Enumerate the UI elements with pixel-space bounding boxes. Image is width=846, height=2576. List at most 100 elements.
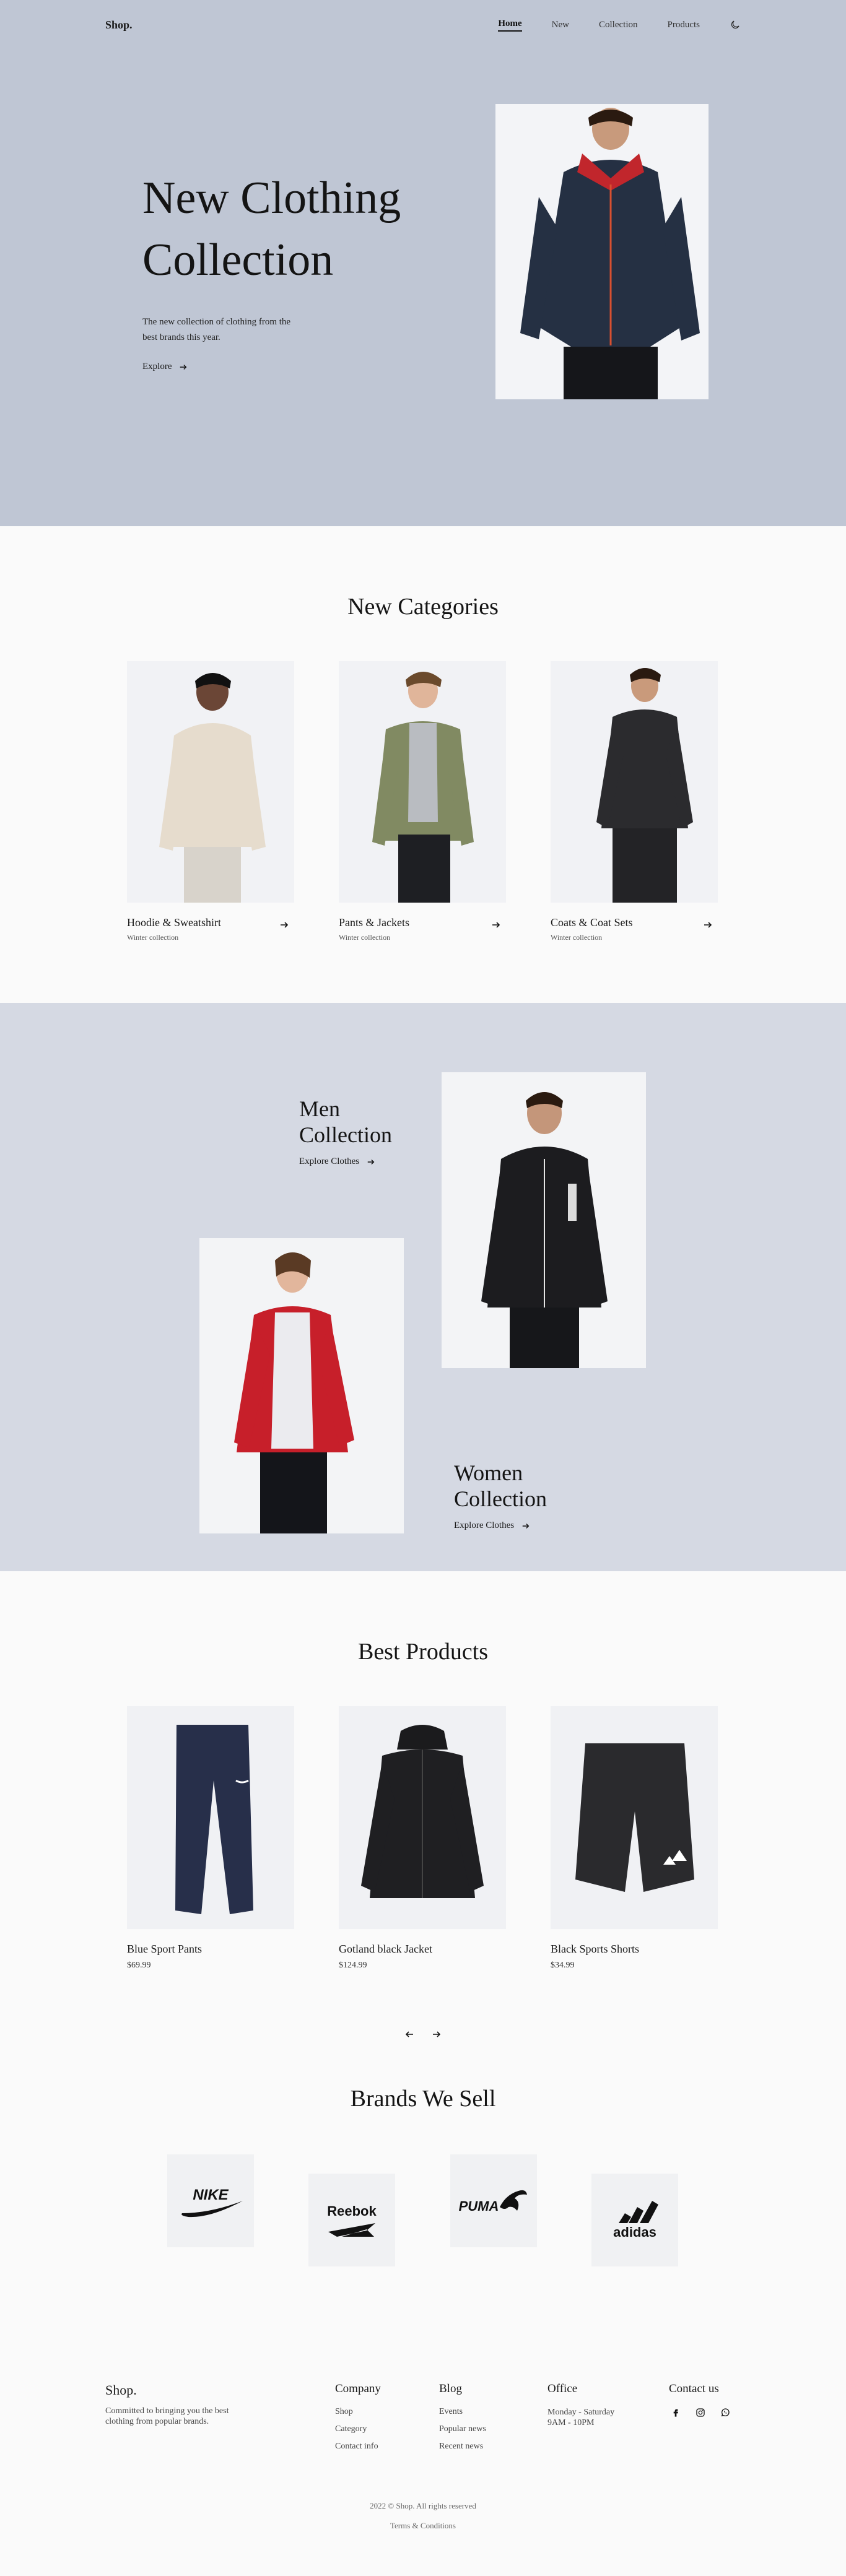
brand-logo-reebok[interactable]: Reebok xyxy=(308,2174,395,2266)
footer-link-contact-info[interactable]: Contact info xyxy=(335,2442,381,2452)
footer-link-recent-news[interactable]: Recent news xyxy=(439,2442,486,2452)
categories-title: New Categories xyxy=(347,594,499,620)
hero-title-line-2: Collection xyxy=(142,235,334,285)
nav-home[interactable]: Home xyxy=(498,19,522,32)
products-section: Best Products Blue Sport Pants $69.99 Go… xyxy=(0,1571,846,2066)
category-name: Coats & Coat Sets xyxy=(551,916,633,929)
men-collection-text: Men Collection Explore Clothes xyxy=(299,1096,392,1167)
hero-image-man-navy-jacket xyxy=(495,104,709,399)
arrow-left-icon[interactable] xyxy=(402,2027,417,2042)
arrow-right-icon xyxy=(179,363,188,371)
footer-link-popular-news[interactable]: Popular news xyxy=(439,2424,486,2434)
arrow-right-icon xyxy=(367,1158,375,1166)
men-explore-link[interactable]: Explore Clothes xyxy=(299,1156,375,1167)
products-grid: Blue Sport Pants $69.99 Gotland black Ja… xyxy=(127,1706,718,1971)
category-name: Pants & Jackets xyxy=(339,916,409,929)
footer-office: Office Monday - Saturday 9AM - 10PM xyxy=(547,2382,614,2428)
women-collection-title: Women Collection xyxy=(454,1460,547,1512)
footer-brand: Shop. Committed to bringing you the best… xyxy=(105,2382,248,2427)
nav-products[interactable]: Products xyxy=(668,20,700,30)
category-image-hoodie xyxy=(127,661,294,903)
hero-explore-link[interactable]: Explore xyxy=(142,362,188,372)
footer-tagline: Committed to bringing you the best cloth… xyxy=(105,2406,229,2426)
brand-logo-adidas[interactable]: adidas xyxy=(591,2174,678,2266)
product-card[interactable]: Gotland black Jacket $124.99 xyxy=(339,1706,506,1971)
category-card[interactable]: Pants & Jackets Winter collection xyxy=(339,661,506,942)
footer-terms-link[interactable]: Terms & Conditions xyxy=(0,2521,846,2531)
footer-link-category[interactable]: Category xyxy=(335,2424,381,2434)
social-links xyxy=(669,2406,732,2419)
collection-section: Men Collection Explore Clothes Women Col… xyxy=(0,1003,846,1571)
hero-text: New Clothing Collection The new collecti… xyxy=(142,167,427,372)
arrow-right-icon[interactable] xyxy=(491,920,501,930)
footer-blog-title: Blog xyxy=(439,2382,462,2395)
product-name: Blue Sport Pants xyxy=(127,1943,203,1955)
product-price: $124.99 xyxy=(339,1961,367,1970)
product-card[interactable]: Black Sports Shorts $34.99 xyxy=(551,1706,718,1971)
product-image-jacket xyxy=(339,1706,506,1929)
facebook-icon[interactable] xyxy=(669,2406,682,2419)
footer-blog: Blog Events Popular news Recent news xyxy=(439,2382,486,2459)
category-subtitle: Winter collection xyxy=(339,933,391,942)
product-price: $34.99 xyxy=(551,1961,575,1970)
category-info: Coats & Coat Sets Winter collection xyxy=(551,916,718,942)
brand-name-puma: PUMA xyxy=(459,2198,499,2214)
arrow-right-icon[interactable] xyxy=(703,920,713,930)
footer-office-hours: 9AM - 10PM xyxy=(547,2418,595,2427)
footer-contact-title: Contact us xyxy=(669,2382,719,2395)
brand-name-reebok: Reebok xyxy=(327,2203,377,2219)
categories-section: New Categories Hoodie & Sweatshirt Winte… xyxy=(0,526,846,1003)
nav-new[interactable]: New xyxy=(552,20,569,30)
men-title-line-1: Men xyxy=(299,1096,340,1121)
category-subtitle: Winter collection xyxy=(551,933,603,942)
category-card[interactable]: Hoodie & Sweatshirt Winter collection xyxy=(127,661,294,942)
product-image-pants xyxy=(127,1706,294,1929)
whatsapp-icon[interactable] xyxy=(718,2406,732,2419)
women-collection-image xyxy=(199,1238,404,1533)
brands-section: Brands We Sell NIKE Reebok PUMA adidas xyxy=(0,2066,846,2333)
category-subtitle: Winter collection xyxy=(127,933,179,942)
women-title-line-2: Collection xyxy=(454,1486,547,1511)
brand-logo-puma[interactable]: PUMA xyxy=(450,2154,537,2247)
product-card[interactable]: Blue Sport Pants $69.99 xyxy=(127,1706,294,1971)
footer-logo[interactable]: Shop. xyxy=(105,2382,248,2398)
footer-office-days: Monday - Saturday xyxy=(547,2408,615,2417)
products-pager xyxy=(0,2027,846,2042)
brand-logo-nike[interactable]: NIKE xyxy=(167,2154,254,2247)
nav-collection[interactable]: Collection xyxy=(599,20,638,30)
logo[interactable]: Shop. xyxy=(105,19,133,32)
hero-title-line-1: New Clothing xyxy=(142,173,401,223)
hero-section: New Clothing Collection The new collecti… xyxy=(0,0,846,781)
arrow-right-icon[interactable] xyxy=(429,2027,444,2042)
hero-explore-label: Explore xyxy=(142,362,172,371)
men-collection-image xyxy=(442,1072,646,1368)
category-card[interactable]: Coats & Coat Sets Winter collection xyxy=(551,661,718,942)
men-collection-title: Men Collection xyxy=(299,1096,392,1148)
category-info: Hoodie & Sweatshirt Winter collection xyxy=(127,916,294,942)
women-explore-link[interactable]: Explore Clothes xyxy=(454,1520,530,1531)
footer-contact: Contact us xyxy=(669,2382,732,2419)
products-title: Best Products xyxy=(357,1639,489,1665)
women-explore-label: Explore Clothes xyxy=(454,1520,515,1530)
instagram-icon[interactable] xyxy=(694,2406,707,2419)
site-footer: Shop. Committed to bringing you the best… xyxy=(0,2333,846,2576)
footer-office-title: Office xyxy=(547,2382,578,2395)
hero-title: New Clothing Collection xyxy=(142,167,427,291)
product-name: Gotland black Jacket xyxy=(339,1943,432,1955)
site-header: Shop. Home New Collection Products xyxy=(0,0,846,50)
men-title-line-2: Collection xyxy=(299,1122,392,1147)
product-price: $69.99 xyxy=(127,1961,151,1970)
footer-company: Company Shop Category Contact info xyxy=(335,2382,381,2459)
moon-icon[interactable] xyxy=(730,19,741,30)
footer-link-events[interactable]: Events xyxy=(439,2407,486,2417)
arrow-right-icon[interactable] xyxy=(279,920,289,930)
footer-link-shop[interactable]: Shop xyxy=(335,2407,381,2417)
category-image-coat xyxy=(551,661,718,903)
category-info: Pants & Jackets Winter collection xyxy=(339,916,506,942)
brand-name-adidas: adidas xyxy=(613,2224,656,2240)
category-image-jacket xyxy=(339,661,506,903)
product-name: Black Sports Shorts xyxy=(551,1943,640,1955)
men-explore-label: Explore Clothes xyxy=(299,1156,360,1166)
women-title-line-1: Women xyxy=(454,1460,523,1485)
arrow-right-icon xyxy=(521,1522,530,1530)
